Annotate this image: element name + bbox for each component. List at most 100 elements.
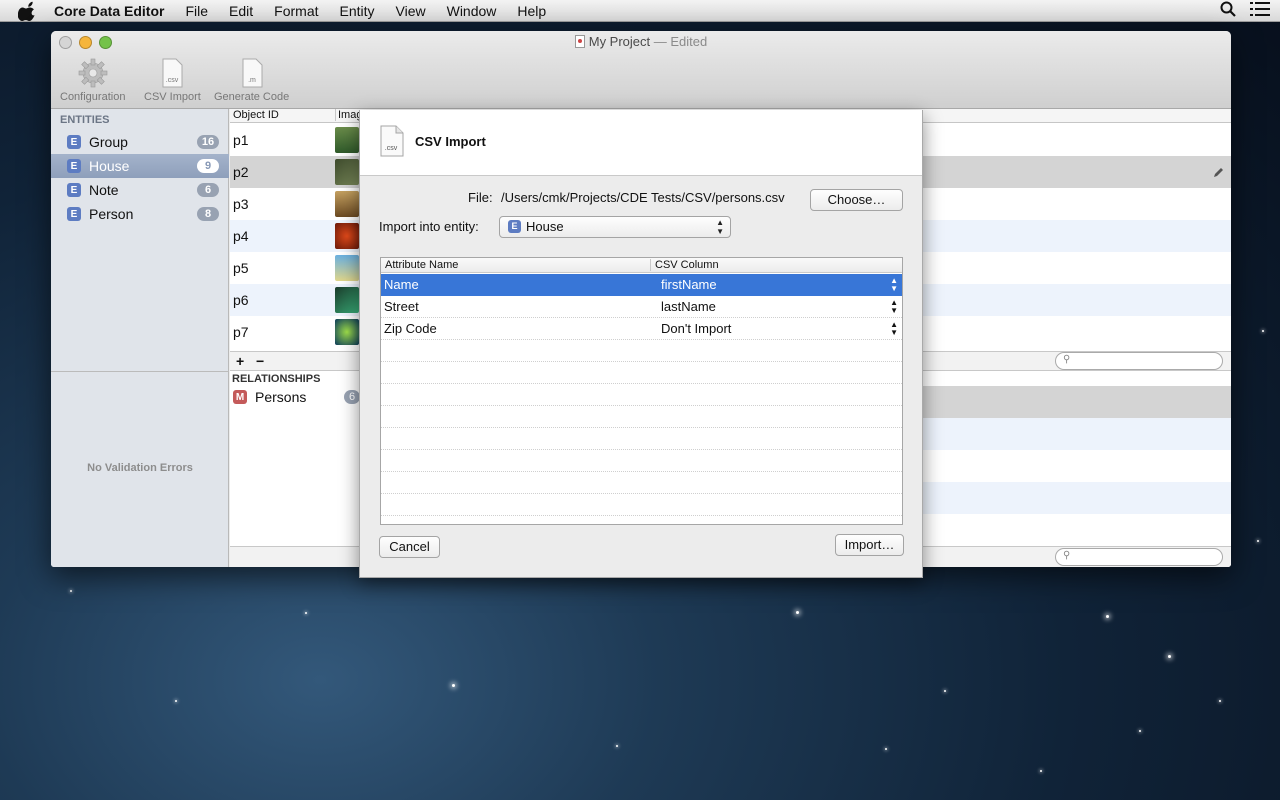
window-title: My Project — Edited bbox=[51, 34, 1231, 49]
empty-row bbox=[381, 340, 902, 362]
empty-row bbox=[381, 384, 902, 406]
sidebar: ENTITIES E Group 16 E House 9 E Note 6 E… bbox=[51, 109, 229, 567]
mapping-row[interactable]: Street lastName ▲ ▼ bbox=[381, 296, 902, 318]
entity-badge-icon: E bbox=[508, 220, 521, 233]
column-header-csv[interactable]: CSV Column bbox=[650, 259, 719, 271]
entity-popup-value: House bbox=[526, 219, 564, 234]
relationships-header: RELATIONSHIPS bbox=[232, 373, 321, 385]
toolbar-csv-import-label: CSV Import bbox=[144, 91, 201, 103]
window-title-text: My Project bbox=[588, 34, 651, 49]
toolbar-generate-code[interactable]: .m Generate Code bbox=[214, 57, 289, 103]
count-badge: 16 bbox=[197, 135, 219, 149]
search-icon: ⚲ bbox=[1063, 354, 1071, 365]
svg-text:.m: .m bbox=[248, 77, 256, 84]
sidebar-divider bbox=[51, 371, 229, 372]
relationship-item-persons[interactable]: M Persons 6 bbox=[230, 387, 360, 407]
toolbar-generate-code-label: Generate Code bbox=[214, 91, 290, 103]
sidebar-item-note[interactable]: E Note 6 bbox=[51, 178, 229, 202]
column-header-attribute[interactable]: Attribute Name bbox=[385, 259, 458, 271]
object-id-cell: p7 bbox=[233, 324, 249, 340]
sidebar-item-group[interactable]: E Group 16 bbox=[51, 130, 229, 154]
count-badge: 6 bbox=[344, 390, 360, 404]
column-header-object-id[interactable]: Object ID bbox=[233, 109, 279, 121]
entities-header: ENTITIES bbox=[60, 114, 110, 126]
mapping-row[interactable]: Zip Code Don't Import ▲ ▼ bbox=[381, 318, 902, 340]
title-bar: My Project — Edited Configuration .csv C… bbox=[51, 31, 1231, 109]
toolbar-configuration-label: Configuration bbox=[60, 91, 126, 103]
entity-badge-icon: E bbox=[67, 135, 81, 149]
code-file-icon: .m bbox=[242, 58, 263, 88]
add-object-button[interactable]: + bbox=[236, 353, 244, 369]
menu-view[interactable]: View bbox=[396, 3, 426, 19]
object-id-cell: p2 bbox=[233, 164, 249, 180]
menu-window[interactable]: Window bbox=[447, 3, 497, 19]
csv-file-icon: .csv bbox=[162, 58, 183, 88]
cancel-button[interactable]: Cancel bbox=[379, 536, 440, 558]
relationship-search-field[interactable]: ⚲ bbox=[1055, 548, 1223, 566]
empty-row bbox=[381, 406, 902, 428]
popup-arrows-icon: ▲ ▼ bbox=[890, 320, 898, 337]
object-id-cell: p6 bbox=[233, 292, 249, 308]
pencil-icon[interactable] bbox=[1213, 166, 1225, 178]
document-icon bbox=[574, 35, 585, 48]
image-thumbnail bbox=[335, 319, 359, 345]
entity-label: Import into entity: bbox=[379, 219, 479, 234]
file-label: File: bbox=[468, 190, 493, 205]
menu-help[interactable]: Help bbox=[517, 3, 546, 19]
object-id-cell: p1 bbox=[233, 132, 249, 148]
sidebar-item-person[interactable]: E Person 8 bbox=[51, 202, 229, 226]
empty-row bbox=[381, 472, 902, 494]
menu-edit[interactable]: Edit bbox=[229, 3, 253, 19]
svg-text:.csv: .csv bbox=[385, 145, 398, 152]
sidebar-item-label: House bbox=[89, 158, 130, 174]
notification-center-icon[interactable] bbox=[1250, 1, 1270, 17]
image-thumbnail bbox=[335, 127, 359, 153]
empty-row bbox=[381, 450, 902, 472]
entity-badge-icon: E bbox=[67, 159, 81, 173]
gear-icon bbox=[78, 58, 108, 88]
attribute-name-cell: Zip Code bbox=[384, 321, 437, 336]
apple-icon[interactable] bbox=[18, 1, 38, 21]
menu-entity[interactable]: Entity bbox=[340, 3, 375, 19]
object-id-cell: p5 bbox=[233, 260, 249, 276]
file-path: /Users/cmk/Projects/CDE Tests/CSV/person… bbox=[501, 190, 785, 205]
menu-format[interactable]: Format bbox=[274, 3, 318, 19]
window-edited-label: — Edited bbox=[653, 34, 708, 49]
image-thumbnail bbox=[335, 223, 359, 249]
toolbar-csv-import[interactable]: .csv CSV Import bbox=[144, 57, 201, 103]
object-id-cell: p3 bbox=[233, 196, 249, 212]
count-badge: 9 bbox=[197, 159, 219, 173]
entity-badge-icon: E bbox=[67, 183, 81, 197]
empty-row bbox=[381, 494, 902, 516]
remove-object-button[interactable]: − bbox=[256, 353, 264, 369]
choose-button[interactable]: Choose… bbox=[810, 189, 903, 211]
menu-bar: Core Data Editor File Edit Format Entity… bbox=[0, 0, 1280, 22]
entity-popup[interactable]: E House ▲ ▼ bbox=[499, 216, 731, 238]
empty-row bbox=[381, 428, 902, 450]
csv-column-popup[interactable]: Don't Import bbox=[661, 321, 731, 336]
image-thumbnail bbox=[335, 159, 359, 185]
popup-arrows-icon: ▲ ▼ bbox=[890, 298, 898, 315]
sheet-title: CSV Import bbox=[415, 134, 486, 149]
object-id-cell: p4 bbox=[233, 228, 249, 244]
relationship-label: Persons bbox=[255, 389, 307, 405]
menu-app-name[interactable]: Core Data Editor bbox=[54, 3, 164, 19]
popup-arrows-icon: ▲ ▼ bbox=[716, 218, 724, 236]
spotlight-search-icon[interactable] bbox=[1220, 1, 1236, 17]
csv-import-sheet: .csv CSV Import File: /Users/cmk/Project… bbox=[359, 110, 923, 578]
mapping-table: Attribute Name CSV Column Name firstName… bbox=[380, 257, 903, 525]
popup-arrows-icon: ▲ ▼ bbox=[890, 276, 898, 293]
menu-file[interactable]: File bbox=[185, 3, 208, 19]
objects-search-field[interactable]: ⚲ bbox=[1055, 352, 1223, 370]
empty-row bbox=[381, 362, 902, 384]
toolbar-configuration[interactable]: Configuration bbox=[60, 57, 125, 103]
csv-column-popup[interactable]: lastName bbox=[661, 299, 716, 314]
sidebar-item-house[interactable]: E House 9 bbox=[51, 154, 229, 178]
image-thumbnail bbox=[335, 287, 359, 313]
csv-column-popup[interactable]: firstName bbox=[661, 277, 717, 292]
mapping-table-header: Attribute Name CSV Column bbox=[381, 258, 902, 273]
import-button[interactable]: Import… bbox=[835, 534, 904, 556]
image-thumbnail bbox=[335, 191, 359, 217]
csv-file-icon: .csv bbox=[380, 125, 404, 157]
mapping-row[interactable]: Name firstName ▲ ▼ bbox=[381, 274, 902, 296]
